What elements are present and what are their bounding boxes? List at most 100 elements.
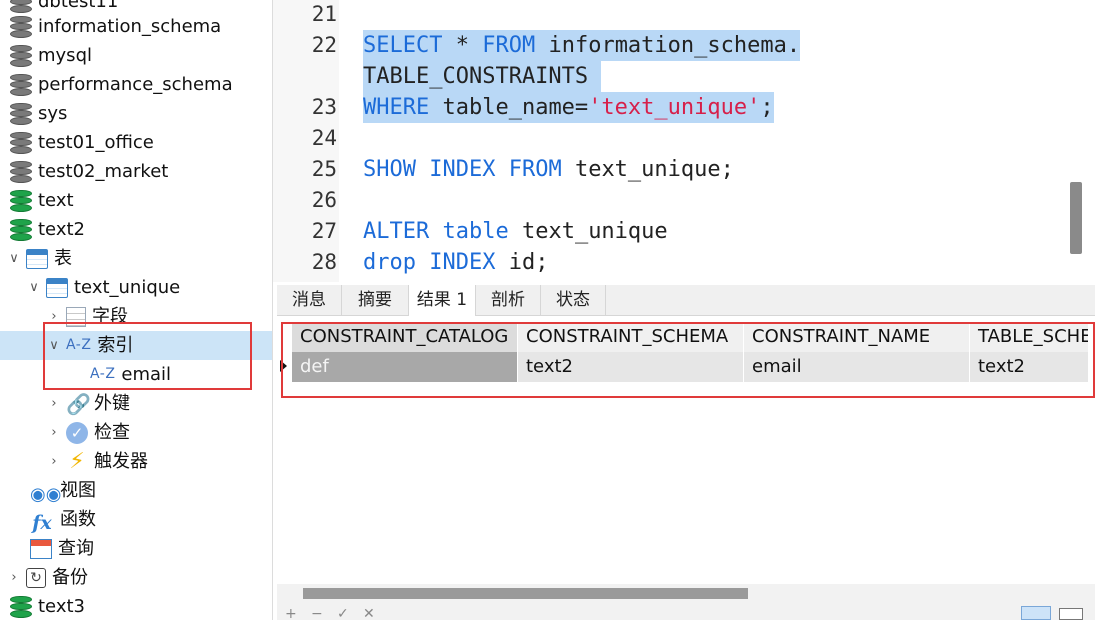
sql-text: ; (760, 95, 774, 120)
code-line[interactable]: SHOW INDEX FROM text_unique; (363, 154, 734, 185)
tree-label: email (121, 364, 172, 385)
chevron-right-icon[interactable]: › (6, 563, 22, 592)
table-cell[interactable]: def (292, 352, 518, 382)
sql-text: table_name= (429, 95, 589, 120)
sql-keyword: SELECT (363, 33, 443, 58)
tree-table-text-unique[interactable]: ∨ text_unique (26, 273, 180, 302)
code-line[interactable]: SELECT * FROM information_schema. (363, 30, 801, 61)
table-cell[interactable]: text2 (970, 352, 1089, 382)
sql-string: 'text_unique' (588, 95, 761, 120)
tree-label: 备份 (52, 567, 88, 588)
sql-keyword: FROM (482, 33, 536, 58)
tab-summary[interactable]: 摘要 (342, 285, 409, 315)
tree-tables-group[interactable]: ∨ 表 (6, 244, 72, 273)
sql-keyword: table (442, 219, 509, 244)
sql-editor[interactable]: 21 22 23 24 25 26 27 28 SELECT * FROM informati… (273, 0, 1095, 282)
tree-label: 视图 (60, 480, 96, 501)
horizontal-scrollbar-thumb[interactable] (303, 588, 748, 599)
sql-keyword: ALTER (363, 219, 430, 244)
tree-indexes[interactable]: ∨ A-Z 索引 (0, 331, 272, 360)
line-number (273, 61, 337, 92)
line-number: 28 (311, 250, 337, 274)
tree-db-test01-office[interactable]: test01_office (10, 128, 154, 157)
database-icon (10, 160, 32, 184)
tree-label: test02_market (38, 161, 169, 182)
tree-foreign-keys[interactable]: › 🔗 外键 (46, 389, 130, 418)
database-icon (10, 73, 32, 97)
tree-label: information_schema (38, 16, 222, 37)
tree-db-performance-schema[interactable]: performance_schema (10, 70, 233, 99)
database-icon (10, 595, 32, 619)
tree-db-mysql[interactable]: mysql (10, 41, 92, 70)
chevron-down-icon[interactable]: ∨ (6, 244, 22, 273)
tree-label: 查询 (58, 538, 94, 559)
tree-queries[interactable]: 查询 (30, 534, 94, 563)
tree-label: performance_schema (38, 74, 233, 95)
tab-result-1[interactable]: 结果 1 (409, 285, 476, 316)
tree-backups[interactable]: › ↻ 备份 (6, 563, 88, 592)
result-grid[interactable]: CONSTRAINT_CATALOG CONSTRAINT_SCHEMA CON… (277, 316, 1089, 580)
tree-label: 字段 (92, 306, 128, 327)
tree-index-email[interactable]: A-Z email (90, 360, 171, 389)
sql-keyword: SHOW (363, 157, 416, 182)
vertical-scrollbar[interactable] (1070, 182, 1082, 254)
tab-profile[interactable]: 剖析 (476, 285, 541, 315)
chevron-right-icon[interactable]: › (46, 418, 62, 447)
tree-functions[interactable]: fx 函数 (30, 505, 96, 534)
tree-db-sys[interactable]: sys (10, 99, 67, 128)
form-view-button[interactable] (1059, 608, 1083, 620)
code-line[interactable]: drop INDEX id; (363, 247, 548, 278)
tree-triggers[interactable]: › ⚡ 触发器 (46, 447, 148, 476)
tree-label: text (38, 190, 74, 211)
code-line[interactable]: WHERE table_name='text_unique'; (363, 92, 774, 123)
tree-label: 检查 (94, 422, 130, 443)
tree-label: text2 (38, 219, 85, 240)
line-number: 25 (311, 157, 337, 181)
table-cell[interactable]: text2 (518, 352, 744, 382)
grid-toolbar: + − ✓ ✕ (277, 604, 1095, 622)
tree-db-text2[interactable]: text2 (10, 215, 85, 244)
glasses-icon: ◉◉ (30, 483, 62, 505)
line-number: 21 (311, 2, 337, 26)
navigation-tree[interactable]: dbtest11 information_schema mysql perfor… (0, 0, 273, 620)
tab-status[interactable]: 状态 (541, 285, 606, 315)
tree-views[interactable]: ◉◉ 视图 (30, 476, 96, 505)
tree-db-test02-market[interactable]: test02_market (10, 157, 168, 186)
sql-text: information_schema. (535, 33, 801, 58)
tree-label: mysql (38, 45, 92, 66)
current-row-indicator-icon (280, 360, 287, 372)
tree-label: test01_office (38, 132, 154, 153)
column-header[interactable]: CONSTRAINT_CATALOG (292, 322, 518, 352)
line-number-gutter: 21 22 23 24 25 26 27 28 (273, 0, 339, 282)
line-number: 24 (311, 126, 337, 150)
column-header[interactable]: CONSTRAINT_SCHEMA (518, 322, 744, 352)
sql-text: text_unique (508, 219, 668, 244)
chevron-right-icon[interactable]: › (46, 447, 62, 476)
chevron-down-icon[interactable]: ∨ (46, 331, 62, 360)
chevron-right-icon[interactable]: › (46, 389, 62, 418)
code-line[interactable]: ALTER table text_unique (363, 216, 668, 247)
sql-keyword: WHERE (363, 95, 430, 120)
tree-db-information-schema[interactable]: information_schema (10, 12, 221, 41)
tree-db-text[interactable]: text (10, 186, 74, 215)
column-header[interactable]: CONSTRAINT_NAME (744, 322, 970, 352)
tree-label: 函数 (60, 509, 96, 530)
column-header[interactable]: TABLE_SCHE (970, 322, 1089, 352)
code-line[interactable]: TABLE_CONSTRAINTS (363, 61, 602, 92)
tree-label: 表 (54, 248, 72, 269)
grid-view-button[interactable] (1021, 606, 1051, 620)
tree-db-text3[interactable]: text3 (10, 592, 85, 620)
tree-checks[interactable]: › ✓ 检查 (46, 418, 130, 447)
tab-messages[interactable]: 消息 (277, 285, 342, 315)
line-number: 22 (311, 33, 337, 57)
tree-label: sys (38, 103, 68, 124)
line-number: 27 (311, 219, 337, 243)
database-icon (10, 189, 32, 213)
table-cell[interactable]: email (744, 352, 970, 382)
chevron-right-icon[interactable]: › (46, 302, 62, 331)
chevron-down-icon[interactable]: ∨ (26, 273, 42, 302)
tree-fields[interactable]: › 字段 (46, 302, 128, 331)
